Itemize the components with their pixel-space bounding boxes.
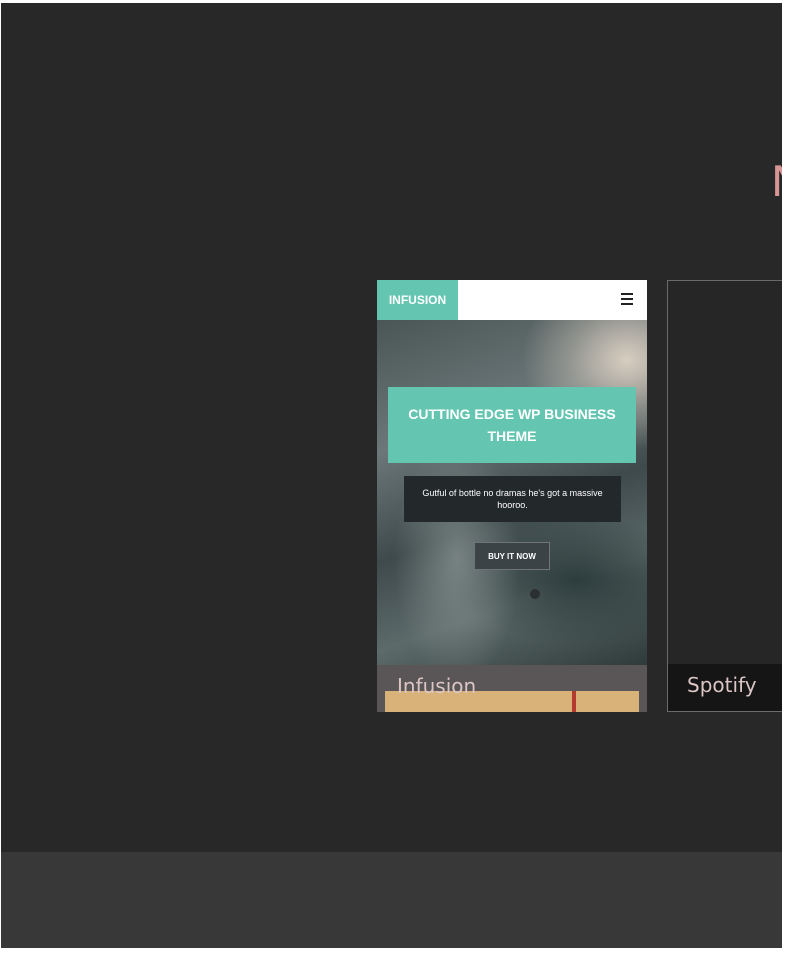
card-caption-bar: Spotify [668,664,782,711]
footer-band [1,852,782,948]
preview-hero: CUTTING EDGE WP BUSINESS THEME Gutful of… [377,320,647,705]
preview-peek-stripe [572,691,576,712]
preview-hero-title: CUTTING EDGE WP BUSINESS THEME [388,387,636,463]
preview-logo: INFUSION [377,280,458,320]
preview-hero-subtitle: Gutful of bottle no dramas he's got a ma… [404,476,621,522]
section-heading: N [771,161,782,203]
preview-buy-button: BUY IT NOW [474,542,550,570]
portfolio-card-infusion[interactable]: INFUSION CUTTING EDGE WP BUSINESS THEME … [377,280,647,712]
page-background: N INFUSION CUTTING EDGE WP BUSINESS THEM… [1,3,782,948]
preview-slider-dot [530,589,540,599]
card-title: Spotify [687,673,757,697]
hamburger-icon [621,293,633,305]
card-caption-bar: Infusion [377,665,647,712]
card-title: Infusion [397,674,477,698]
preview-header: INFUSION [377,280,647,320]
portfolio-card-spotify[interactable]: Spotify [667,280,782,712]
